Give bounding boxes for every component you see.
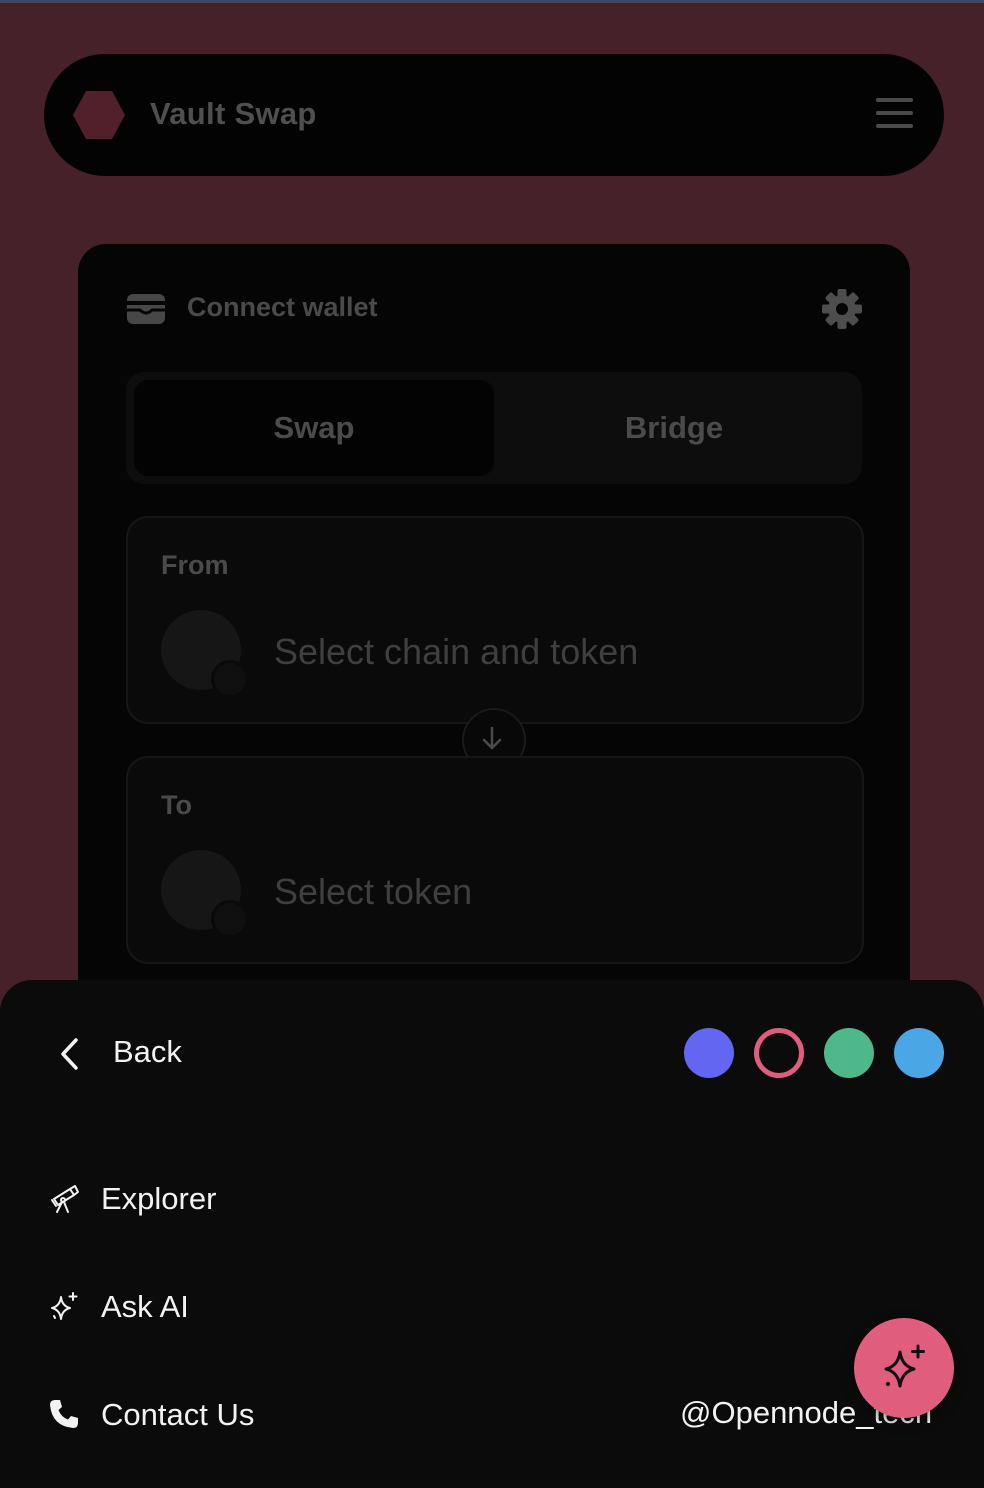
- select-chain-and-token[interactable]: Select chain and token: [274, 631, 638, 673]
- sparkles-icon: [51, 1292, 78, 1320]
- sparkles-icon: [884, 1344, 925, 1388]
- connect-wallet-button[interactable]: Connect wallet: [187, 292, 378, 323]
- app-title: Vault Swap: [150, 96, 317, 131]
- back-button[interactable]: Back: [113, 1034, 182, 1070]
- menu-item-explorer[interactable]: Explorer: [101, 1181, 216, 1217]
- phone-icon: [50, 1400, 78, 1428]
- theme-swatch-green[interactable]: [824, 1028, 874, 1078]
- select-token[interactable]: Select token: [274, 871, 472, 913]
- hexagon-logo-icon: [73, 91, 125, 139]
- wallet-icon[interactable]: [126, 292, 166, 326]
- gear-icon[interactable]: [820, 287, 864, 331]
- chain-placeholder-icon: [211, 900, 249, 938]
- hamburger-menu-icon[interactable]: [876, 96, 916, 132]
- swap-bridge-tabs: Swap Bridge: [126, 372, 862, 484]
- tab-bridge[interactable]: Bridge: [494, 380, 854, 476]
- ask-ai-fab[interactable]: [854, 1318, 954, 1418]
- to-label: To: [161, 790, 192, 820]
- window-top-border: [0, 0, 984, 3]
- theme-swatch-indigo[interactable]: [684, 1028, 734, 1078]
- from-token-box[interactable]: From Select chain and token: [126, 516, 864, 724]
- theme-swatch-pink-selected[interactable]: [754, 1028, 804, 1078]
- to-token-box[interactable]: To Select token: [126, 756, 864, 964]
- theme-swatch-blue[interactable]: [894, 1028, 944, 1078]
- tab-swap[interactable]: Swap: [134, 380, 494, 476]
- menu-item-ask-ai[interactable]: Ask AI: [101, 1289, 189, 1325]
- from-label: From: [161, 550, 229, 580]
- menu-item-contact-us[interactable]: Contact Us: [101, 1397, 254, 1433]
- telescope-icon: [51, 1185, 79, 1213]
- chain-placeholder-icon: [211, 660, 249, 698]
- chevron-left-icon[interactable]: [56, 1036, 82, 1072]
